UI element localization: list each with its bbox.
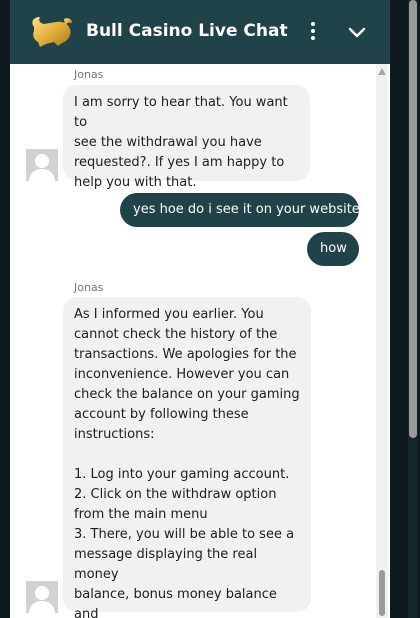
scroll-up-arrow-icon[interactable] <box>378 68 386 75</box>
avatar <box>26 149 58 181</box>
user-message-bubble: yes hoe do i see it on your website <box>120 193 360 227</box>
avatar <box>26 581 58 613</box>
user-message-bubble: how <box>307 232 359 266</box>
chat-scrollbar[interactable] <box>376 64 388 618</box>
page-scrollbar-thumb[interactable] <box>409 0 417 438</box>
message-sender: Jonas <box>74 281 104 294</box>
more-vertical-icon[interactable] <box>307 22 319 44</box>
agent-message-bubble: As I informed you earlier. You cannot ch… <box>63 297 311 618</box>
chat-header: Bull Casino Live Chat <box>10 0 390 64</box>
chat-window: Bull Casino Live Chat Jonas I am sorry t… <box>10 0 390 618</box>
chat-title: Bull Casino Live Chat <box>86 21 288 41</box>
chevron-down-icon[interactable] <box>346 22 368 44</box>
agent-message-bubble: I am sorry to hear that. You want to see… <box>63 85 310 190</box>
user-avatar-icon <box>29 154 55 181</box>
scrollbar-thumb[interactable] <box>379 570 385 616</box>
user-avatar-icon <box>29 586 55 613</box>
bull-logo-icon <box>32 17 72 47</box>
message-sender: Jonas <box>74 68 104 81</box>
